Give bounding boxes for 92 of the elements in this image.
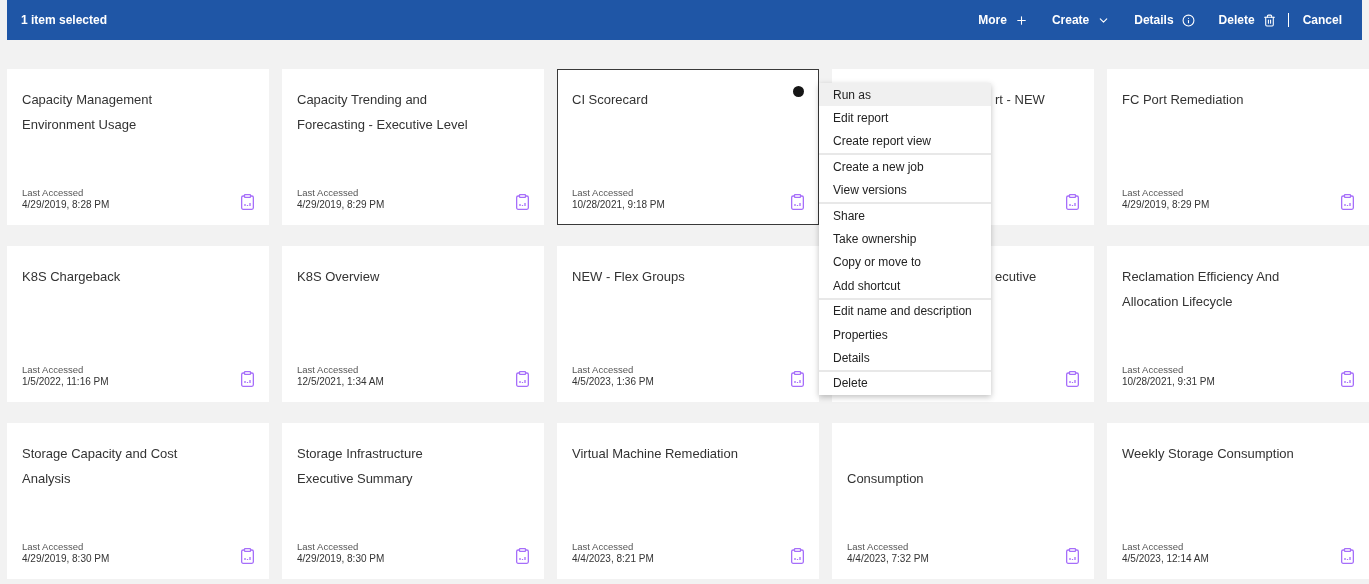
last-accessed-label: Last Accessed	[297, 364, 359, 375]
info-icon	[1181, 13, 1195, 27]
last-accessed-label: Last Accessed	[572, 541, 634, 552]
last-accessed-date: 4/29/2019, 8:30 PM	[297, 553, 385, 564]
report-title: ecutive	[995, 268, 1037, 286]
report-title: Weekly Storage Consumption	[1122, 445, 1294, 463]
last-accessed-date: 4/5/2023, 12:14 AM	[1122, 553, 1209, 564]
report-card[interactable]: Reclamation Efficiency And Allocation Lifecycle Last Accessed 10/28/2021, 9:31 PM	[1107, 246, 1369, 402]
last-accessed-label: Last Accessed	[847, 541, 909, 552]
clipboard-icon	[1341, 548, 1354, 564]
last-accessed-date: 4/29/2019, 8:28 PM	[22, 199, 110, 210]
toolbar-action-button[interactable]: More	[966, 13, 1040, 27]
last-accessed-date: 1/5/2022, 11:16 PM	[22, 376, 109, 387]
menu-item[interactable]: Take ownership	[819, 227, 991, 251]
selection-count: 1 item selected	[21, 13, 109, 27]
last-accessed-date: 12/5/2021, 1:34 AM	[297, 376, 384, 387]
last-accessed-label: Last Accessed	[297, 541, 359, 552]
clipboard-icon	[516, 371, 529, 387]
clipboard-icon	[1341, 194, 1354, 210]
report-card[interactable]: Weekly Storage Consumption Last Accessed 4/5/2023, 12:14 AM	[1107, 423, 1369, 579]
clipboard-icon	[241, 548, 254, 564]
menu-item[interactable]: Details	[819, 346, 991, 370]
report-card[interactable]: Consumption Last Accessed 4/4/2023, 7:32 PM	[832, 423, 1094, 579]
menu-item[interactable]: Add shortcut	[819, 274, 991, 298]
report-card[interactable]: Capacity Management Environment Usage Last Accessed 4/29/2019, 8:28 PM	[7, 69, 269, 225]
report-card[interactable]: NEW - Flex Groups Last Accessed 4/5/2023, 1:36 PM	[557, 246, 819, 402]
menu-item[interactable]: View versions	[819, 178, 991, 202]
toolbar-action-button[interactable]: Create	[1039, 13, 1123, 27]
clipboard-icon	[516, 194, 529, 210]
report-card[interactable]: FC Port Remediation Last Accessed 4/29/2019, 8:29 PM	[1107, 69, 1369, 225]
report-title: NEW - Flex Groups	[572, 268, 685, 286]
report-card[interactable]: CI Scorecard Last Accessed 10/28/2021, 9:18 PM	[557, 69, 819, 225]
report-title: Virtual Machine Remediation	[572, 445, 738, 463]
last-accessed-label: Last Accessed	[22, 541, 84, 552]
last-accessed-date: 4/29/2019, 8:30 PM	[22, 553, 110, 564]
menu-item[interactable]: Delete	[819, 371, 991, 396]
report-card[interactable]: Capacity Trending and Forecasting - Executive Level Last Accessed 4/29/2019, 8:29 PM	[282, 69, 544, 225]
clipboard-icon	[791, 194, 804, 210]
clipboard-icon	[791, 548, 804, 564]
report-title: Capacity Management Environment Usage	[22, 91, 153, 134]
last-accessed-label: Last Accessed	[572, 187, 634, 198]
clipboard-icon	[241, 371, 254, 387]
report-title: rt - NEW	[995, 91, 1045, 109]
last-accessed-label: Last Accessed	[297, 187, 359, 198]
clipboard-icon	[241, 194, 254, 210]
report-title: Capacity Trending and Forecasting - Executive Level	[297, 91, 468, 134]
last-accessed-date: 10/28/2021, 9:31 PM	[1122, 376, 1215, 387]
last-accessed-label: Last Accessed	[1122, 187, 1184, 198]
report-title: CI Scorecard	[572, 91, 648, 109]
report-title: Storage Infrastructure Executive Summary	[297, 445, 423, 488]
last-accessed-date: 4/4/2023, 8:21 PM	[572, 553, 654, 564]
last-accessed-label: Last Accessed	[22, 364, 84, 375]
clipboard-icon	[1066, 548, 1079, 564]
menu-item[interactable]: Copy or move to	[819, 250, 991, 275]
last-accessed-date: 4/29/2019, 8:29 PM	[1122, 199, 1210, 210]
menu-item[interactable]: Edit name and description	[819, 299, 991, 323]
report-card[interactable]: Virtual Machine Remediation Last Accessed 4/4/2023, 8:21 PM	[557, 423, 819, 579]
report-title: FC Port Remediation	[1122, 91, 1244, 109]
overflow-menu-icon[interactable]	[793, 86, 804, 97]
toolbar-action-button[interactable]: Delete	[1206, 13, 1288, 27]
cancel-button[interactable]: Cancel	[1290, 13, 1354, 27]
report-title: Reclamation Efficiency And Allocation Lifecycle	[1122, 268, 1280, 311]
last-accessed-label: Last Accessed	[1122, 364, 1184, 375]
menu-item[interactable]: Create a new job	[819, 155, 991, 179]
clipboard-icon	[1066, 194, 1079, 210]
last-accessed-date: 10/28/2021, 9:18 PM	[572, 199, 665, 210]
last-accessed-label: Last Accessed	[22, 187, 84, 198]
last-accessed-date: 4/5/2023, 1:36 PM	[572, 376, 654, 387]
plus-icon	[1014, 13, 1028, 27]
trash-icon	[1262, 13, 1276, 27]
clipboard-icon	[1341, 371, 1354, 387]
last-accessed-label: Last Accessed	[1122, 541, 1184, 552]
last-accessed-date: 4/4/2023, 7:32 PM	[847, 553, 929, 564]
menu-item[interactable]: Properties	[819, 322, 991, 347]
clipboard-icon	[516, 548, 529, 564]
report-title: Consumption	[847, 470, 924, 488]
clipboard-icon	[791, 371, 804, 387]
menu-item[interactable]: Create report view	[819, 129, 991, 154]
report-title: K8S Overview	[297, 268, 380, 286]
report-card[interactable]: Storage Infrastructure Executive Summary Last Accessed 4/29/2019, 8:30 PM	[282, 423, 544, 579]
report-title: K8S Chargeback	[22, 268, 121, 286]
report-card[interactable]: K8S Chargeback Last Accessed 1/5/2022, 11:16 PM	[7, 246, 269, 402]
clipboard-icon	[1066, 371, 1079, 387]
menu-item[interactable]: Edit report	[819, 106, 991, 130]
report-card[interactable]: K8S Overview Last Accessed 12/5/2021, 1:34 AM	[282, 246, 544, 402]
report-card[interactable]: Storage Capacity and Cost Analysis Last Accessed 4/29/2019, 8:30 PM	[7, 423, 269, 579]
last-accessed-date: 4/29/2019, 8:29 PM	[297, 199, 385, 210]
menu-item[interactable]: Share	[819, 203, 991, 228]
report-title: Storage Capacity and Cost Analysis	[22, 445, 178, 488]
last-accessed-label: Last Accessed	[572, 364, 634, 375]
menu-item[interactable]: Run as	[819, 83, 991, 107]
toolbar-action-button[interactable]: Details	[1122, 13, 1207, 27]
